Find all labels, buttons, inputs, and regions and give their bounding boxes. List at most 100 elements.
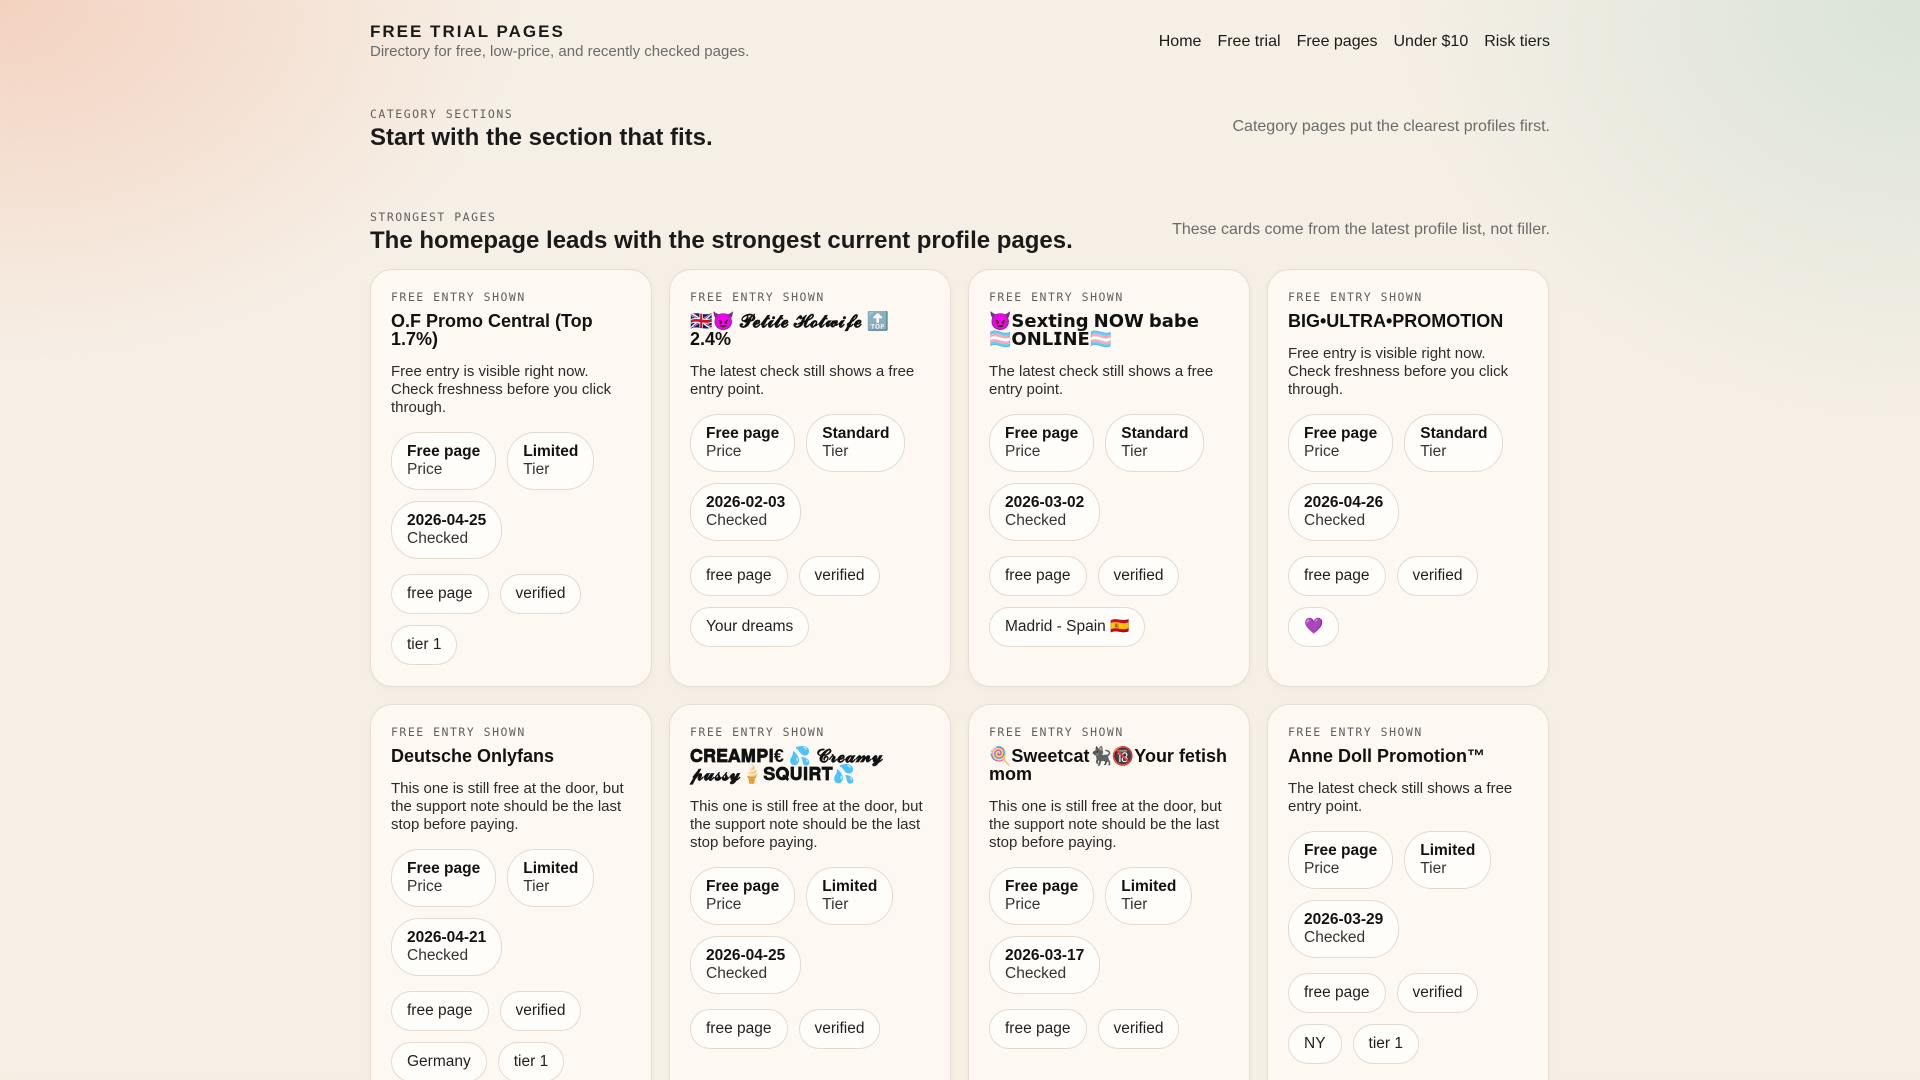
tag-chip[interactable]: verified	[499, 574, 582, 614]
profile-card[interactable]: FREE ENTRY SHOWN 𝐂𝐑𝐄𝐀𝐌𝐏𝐈€ 💦 𝓒𝓻𝓮𝓪𝓶𝔂 𝓹𝓾𝓼𝓼𝔂🍦…	[669, 704, 951, 1080]
profile-card-grid: FREE ENTRY SHOWN O.F Promo Central (Top 1…	[370, 269, 1550, 1080]
tier-label: Tier	[822, 443, 849, 460]
tag-chip[interactable]: verified	[798, 556, 881, 596]
tag-chip[interactable]: free page	[1288, 973, 1386, 1013]
card-tags: free page verified	[989, 1009, 1229, 1049]
tag-chip[interactable]: free page	[391, 574, 489, 614]
strongest-section-head: STRONGEST PAGES The homepage leads with …	[370, 210, 1550, 255]
tier-stat: Standard Tier	[1404, 414, 1504, 472]
tag-chip[interactable]: verified	[1097, 1009, 1180, 1049]
nav-free-pages[interactable]: Free pages	[1297, 32, 1378, 52]
price-value: Free page	[706, 878, 780, 895]
tag-chip[interactable]: Your dreams	[690, 607, 810, 647]
tier-label: Tier	[523, 878, 550, 895]
checked-stat: 2026-04-21 Checked	[391, 918, 503, 976]
profile-card[interactable]: FREE ENTRY SHOWN Anne Doll Promotion™ The …	[1267, 704, 1549, 1080]
checked-stat: 2026-04-25 Checked	[690, 936, 802, 994]
tag-chip[interactable]: free page	[690, 556, 788, 596]
price-stat: Free page Price	[1288, 831, 1394, 889]
nav-free-trial[interactable]: Free trial	[1217, 32, 1280, 52]
tag-chip[interactable]: tier 1	[1352, 1024, 1420, 1064]
tag-chip[interactable]: NY	[1288, 1024, 1342, 1064]
tier-value: Limited	[822, 878, 878, 895]
site-subtitle: Directory for free, low-price, and recen…	[370, 43, 750, 60]
card-title[interactable]: 🍭Sweetcat🐈‍⬛🔞Your fetish mom	[989, 747, 1229, 783]
card-eyebrow: FREE ENTRY SHOWN	[690, 725, 825, 739]
card-title[interactable]: 😈𝗦𝗲𝘅𝘁𝗶𝗻𝗴 𝗡𝗢𝗪 𝗯𝗮𝗯𝗲 🏳️‍⚧️𝗢𝗡𝗟𝗜𝗡𝗘🏳️‍⚧️	[989, 312, 1229, 348]
tier-stat: Standard Tier	[806, 414, 906, 472]
card-title[interactable]: Deutsche Onlyfans	[391, 747, 631, 765]
tag-chip[interactable]: verified	[1097, 556, 1180, 596]
nav-risk-tiers[interactable]: Risk tiers	[1484, 32, 1550, 52]
card-eyebrow: FREE ENTRY SHOWN	[391, 725, 526, 739]
checked-value: 2026-04-25	[706, 947, 786, 964]
profile-card[interactable]: FREE ENTRY SHOWN 😈𝗦𝗲𝘅𝘁𝗶𝗻𝗴 𝗡𝗢𝗪 𝗯𝗮𝗯𝗲 🏳️‍⚧️𝗢…	[968, 269, 1250, 687]
checked-label: Checked	[706, 965, 768, 982]
price-stat: Free page Price	[391, 849, 497, 907]
tier-stat: Limited Tier	[806, 867, 894, 925]
profile-card[interactable]: FREE ENTRY SHOWN Deutsche Onlyfans This on…	[370, 704, 652, 1080]
tier-value: Standard	[1420, 425, 1488, 442]
tier-value: Limited	[523, 860, 579, 877]
tag-chip[interactable]: tier 1	[391, 625, 458, 665]
tag-chip[interactable]: Madrid - Spain 🇪🇸	[989, 607, 1146, 647]
price-stat: Free page Price	[989, 867, 1095, 925]
card-description: This one is still free at the door, but …	[690, 798, 923, 851]
card-description: Free entry is visible right now. Check f…	[1288, 345, 1509, 398]
nav-home[interactable]: Home	[1159, 32, 1202, 52]
strongest-eyebrow: STRONGEST PAGES	[370, 210, 497, 224]
card-tags: free page verified Your dreams	[690, 556, 930, 647]
checked-label: Checked	[1005, 965, 1067, 982]
tier-label: Tier	[1420, 860, 1447, 877]
price-stat: Free page Price	[989, 414, 1095, 472]
tag-chip[interactable]: Germany	[391, 1042, 487, 1080]
tier-value: Standard	[822, 425, 890, 442]
profile-card[interactable]: FREE ENTRY SHOWN 🍭Sweetcat🐈‍⬛🔞Your fetish…	[968, 704, 1250, 1080]
category-eyebrow: CATEGORY SECTIONS	[370, 107, 514, 121]
tier-value: Limited	[523, 443, 579, 460]
card-title[interactable]: 𝐂𝐑𝐄𝐀𝐌𝐏𝐈€ 💦 𝓒𝓻𝓮𝓪𝓶𝔂 𝓹𝓾𝓼𝓼𝔂🍦𝐒𝐐𝐔𝐈𝐑𝐓💦	[690, 747, 930, 783]
tag-chip[interactable]: free page	[989, 556, 1087, 596]
tag-chip[interactable]: verified	[1396, 973, 1479, 1013]
tag-chip[interactable]: verified	[798, 1009, 881, 1049]
card-description: The latest check still shows a free entr…	[989, 363, 1214, 398]
profile-card[interactable]: FREE ENTRY SHOWN BIG•ULTRA•PROMOTION Free …	[1267, 269, 1549, 687]
tag-chip[interactable]: verified	[499, 991, 582, 1031]
checked-label: Checked	[1005, 512, 1067, 529]
price-label: Price	[1304, 860, 1340, 877]
tag-chip[interactable]: verified	[1396, 556, 1479, 596]
checked-label: Checked	[706, 512, 768, 529]
price-label: Price	[1304, 443, 1340, 460]
card-title[interactable]: BIG•ULTRA•PROMOTION	[1288, 312, 1528, 330]
tag-chip[interactable]: free page	[690, 1009, 788, 1049]
price-value: Free page	[1005, 425, 1079, 442]
tier-stat: Limited Tier	[1404, 831, 1492, 889]
card-stats: Free page Price Limited Tier 2026-03-29 Check…	[1288, 831, 1528, 958]
checked-value: 2026-02-03	[706, 494, 786, 511]
card-eyebrow: FREE ENTRY SHOWN	[989, 725, 1124, 739]
tag-chip[interactable]: tier 1	[497, 1042, 565, 1080]
strongest-section: STRONGEST PAGES The homepage leads with …	[370, 210, 1550, 1080]
card-title[interactable]: O.F Promo Central (Top 1.7%)	[391, 312, 631, 348]
tag-chip[interactable]: 💜	[1288, 607, 1340, 647]
card-title[interactable]: 🇬🇧😈 𝓟𝓮𝓽𝓲𝓽𝓮 𝓗𝓸𝓽𝔀𝓲𝓯𝓮 🔝 2.4%	[690, 312, 930, 348]
tag-chip[interactable]: free page	[989, 1009, 1087, 1049]
tag-chip[interactable]: free page	[1288, 556, 1386, 596]
checked-label: Checked	[1304, 512, 1366, 529]
checked-stat: 2026-03-29 Checked	[1288, 900, 1400, 958]
card-description: This one is still free at the door, but …	[391, 780, 624, 833]
price-value: Free page	[1304, 425, 1378, 442]
card-description: This one is still free at the door, but …	[989, 798, 1222, 851]
tier-label: Tier	[523, 461, 550, 478]
nav-under-10[interactable]: Under $10	[1394, 32, 1469, 52]
tier-stat: Limited Tier	[507, 432, 595, 490]
card-title[interactable]: Anne Doll Promotion™	[1288, 747, 1528, 765]
site-title[interactable]: FREE TRIAL PAGES	[370, 22, 749, 42]
profile-card[interactable]: FREE ENTRY SHOWN O.F Promo Central (Top 1…	[370, 269, 652, 687]
profile-card[interactable]: FREE ENTRY SHOWN 🇬🇧😈 𝓟𝓮𝓽𝓲𝓽𝓮 𝓗𝓸𝓽𝔀𝓲𝓯𝓮 🔝 2.4…	[669, 269, 951, 687]
checked-stat: 2026-04-26 Checked	[1288, 483, 1400, 541]
card-tags: free page verified NY tier 1	[1288, 973, 1528, 1064]
tier-label: Tier	[1121, 443, 1148, 460]
tag-chip[interactable]: free page	[391, 991, 489, 1031]
card-eyebrow: FREE ENTRY SHOWN	[391, 290, 526, 304]
